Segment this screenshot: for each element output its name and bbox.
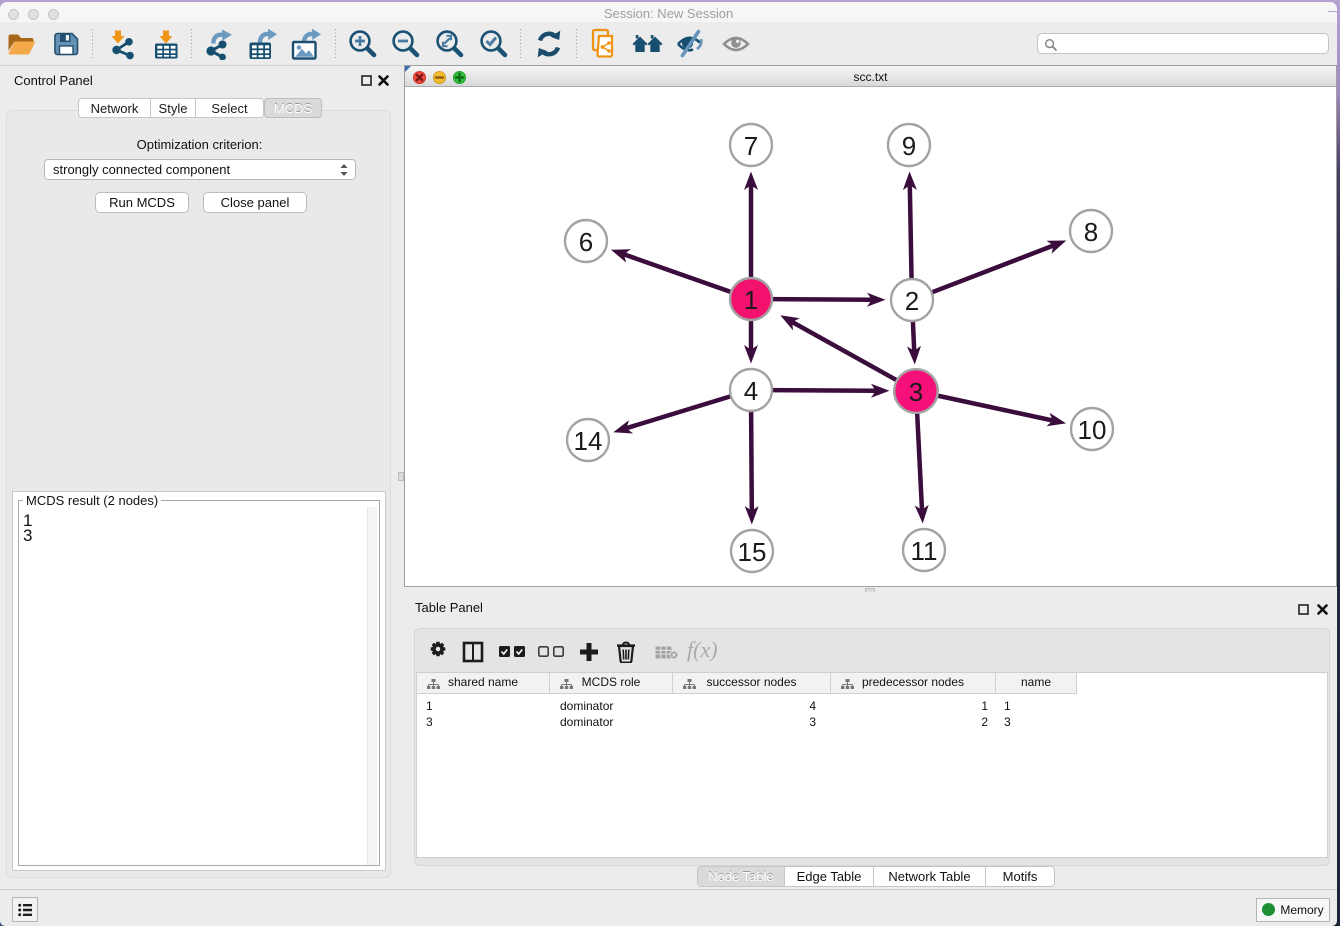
svg-text:3: 3 (909, 377, 923, 407)
svg-text:10: 10 (1078, 415, 1107, 445)
svg-text:14: 14 (574, 426, 603, 456)
svg-text:2: 2 (905, 286, 919, 316)
svg-text:11: 11 (911, 536, 938, 566)
svg-text:4: 4 (744, 376, 758, 406)
svg-text:15: 15 (738, 537, 767, 567)
svg-text:7: 7 (744, 131, 758, 161)
svg-text:1: 1 (744, 285, 758, 315)
svg-text:8: 8 (1084, 217, 1098, 247)
svg-text:9: 9 (902, 131, 916, 161)
svg-text:6: 6 (579, 227, 593, 257)
